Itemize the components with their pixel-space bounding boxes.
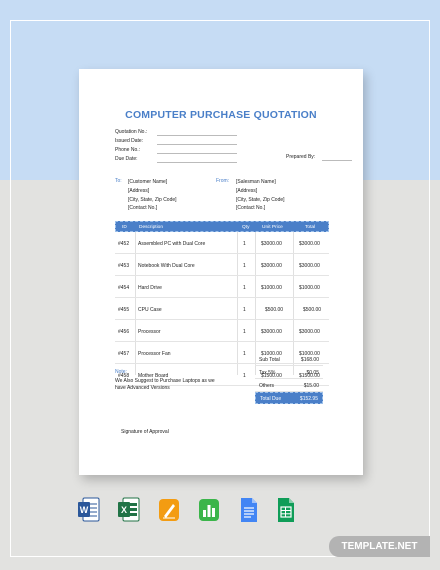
- signature-label: Signature of Approval: [121, 429, 169, 435]
- cell-description: Hard Drive: [138, 285, 162, 291]
- header-unit-price: Unit Price: [262, 225, 283, 230]
- cell-id: #454: [118, 285, 130, 291]
- numbers-icon[interactable]: [198, 497, 220, 523]
- table-row: #456 Processor 1 $3000.00 $3000.00: [115, 320, 329, 342]
- tax-value: $0.05: [306, 370, 319, 376]
- total-due-row: Total Due $152.95: [255, 392, 323, 404]
- phone-no-line: [157, 153, 237, 154]
- cell-qty: 1: [243, 351, 246, 357]
- cell-qty: 1: [243, 329, 246, 335]
- issued-date-label: Issued Date:: [115, 138, 144, 144]
- phone-no-label: Phone No.:: [115, 147, 141, 153]
- cell-qty: 1: [243, 307, 246, 313]
- salesman-name: [Salesman Name]: [236, 179, 276, 185]
- word-icon-letter: W: [80, 505, 89, 515]
- customer-address: [Address]: [128, 187, 150, 194]
- cell-qty: 1: [243, 373, 246, 379]
- table-row: #452 Assembled PC with Dual Core 1 $3000…: [115, 232, 329, 254]
- excel-icon-letter: X: [121, 505, 127, 515]
- quotation-no-label: Quotation No.:: [115, 129, 148, 135]
- pages-icon[interactable]: [158, 497, 180, 523]
- cell-unit-price: $500.00: [265, 307, 284, 313]
- others-label: Others: [259, 383, 275, 389]
- total-due-label: Total Due: [260, 396, 282, 402]
- table-row: #454 Hard Drive 1 $1000.00 $1000.00: [115, 276, 329, 298]
- salesman-address: [Address]: [236, 187, 258, 194]
- cell-description: CPU Case: [138, 307, 162, 313]
- sub-total-row: Sub Total $168.00: [255, 353, 323, 366]
- cell-id: #455: [118, 307, 130, 313]
- to-label: To:: [115, 178, 122, 184]
- cell-description: Assembled PC with Dual Core: [138, 241, 206, 247]
- table-row: #455 CPU Case 1 $500.00 $500.00: [115, 298, 329, 320]
- cell-total: $3000.00: [299, 263, 320, 269]
- cell-description: Processor: [138, 329, 161, 335]
- cell-id: #456: [118, 329, 130, 335]
- from-address: [Salesman Name] [Address] [City, State, …: [236, 178, 285, 213]
- cell-qty: 1: [243, 285, 246, 291]
- cell-total: $3000.00: [299, 241, 320, 247]
- note-text: We Also Suggest to Purchase Laptops as w…: [115, 378, 215, 391]
- quotation-document: COMPUTER PURCHASE QUOTATION Quotation No…: [79, 69, 363, 475]
- table-header: ID Description Qty Unit Price Total: [115, 221, 329, 232]
- quotation-no-line: [157, 135, 237, 136]
- cell-qty: 1: [243, 241, 246, 247]
- google-docs-icon[interactable]: [238, 497, 260, 523]
- from-label: From:: [216, 178, 230, 184]
- cell-unit-price: $1000.00: [261, 285, 282, 291]
- header-qty: Qty: [242, 225, 250, 230]
- cell-qty: 1: [243, 263, 246, 269]
- template-net-badge[interactable]: TEMPLATE.NET: [329, 536, 430, 557]
- sub-total-label: Sub Total: [259, 357, 280, 363]
- document-title: COMPUTER PURCHASE QUOTATION: [125, 109, 317, 121]
- customer-name: [Customer Name]: [128, 179, 168, 185]
- cell-id: #453: [118, 263, 130, 269]
- note-label: Note:: [115, 369, 127, 375]
- salesman-contact: [Contact No.]: [236, 205, 266, 212]
- tax-row: Tax 5% $0.05: [255, 366, 323, 379]
- due-date-label: Due Date:: [115, 156, 138, 162]
- prepared-by-line: [322, 160, 352, 161]
- cell-description: Notebook With Dual Core: [138, 263, 195, 269]
- cell-id: #452: [118, 241, 130, 247]
- header-description: Description: [139, 225, 163, 230]
- cell-total: $3000.00: [299, 329, 320, 335]
- tax-label: Tax 5%: [259, 370, 276, 376]
- due-date-line: [157, 162, 237, 163]
- cell-total: $1000.00: [299, 285, 320, 291]
- to-address: [Customer Name] [Address] [City, State, …: [128, 178, 177, 213]
- salesman-city: [City, State, Zip Code]: [236, 196, 285, 203]
- others-row: Others $15.00: [255, 379, 323, 392]
- others-value: $15.00: [303, 383, 319, 389]
- cell-id: #457: [118, 351, 130, 357]
- issued-date-line: [157, 144, 237, 145]
- cell-unit-price: $3000.00: [261, 263, 282, 269]
- cell-description: Processor Fan: [138, 351, 171, 357]
- excel-icon[interactable]: X: [118, 497, 140, 523]
- cell-unit-price: $3000.00: [261, 329, 282, 335]
- header-total: Total: [305, 225, 316, 230]
- customer-city: [City, State, Zip Code]: [128, 196, 177, 203]
- cell-unit-price: $3000.00: [261, 241, 282, 247]
- sub-total-value: $168.00: [300, 357, 319, 363]
- customer-contact: [Contact No.]: [128, 205, 158, 212]
- cell-total: $500.00: [303, 307, 322, 313]
- table-row: #453 Notebook With Dual Core 1 $3000.00 …: [115, 254, 329, 276]
- word-icon[interactable]: W: [78, 497, 100, 523]
- google-sheets-icon[interactable]: [275, 497, 297, 523]
- total-due-value: $152.95: [299, 396, 318, 402]
- prepared-by-label: Prepared By:: [286, 154, 316, 160]
- header-id: ID: [122, 225, 127, 230]
